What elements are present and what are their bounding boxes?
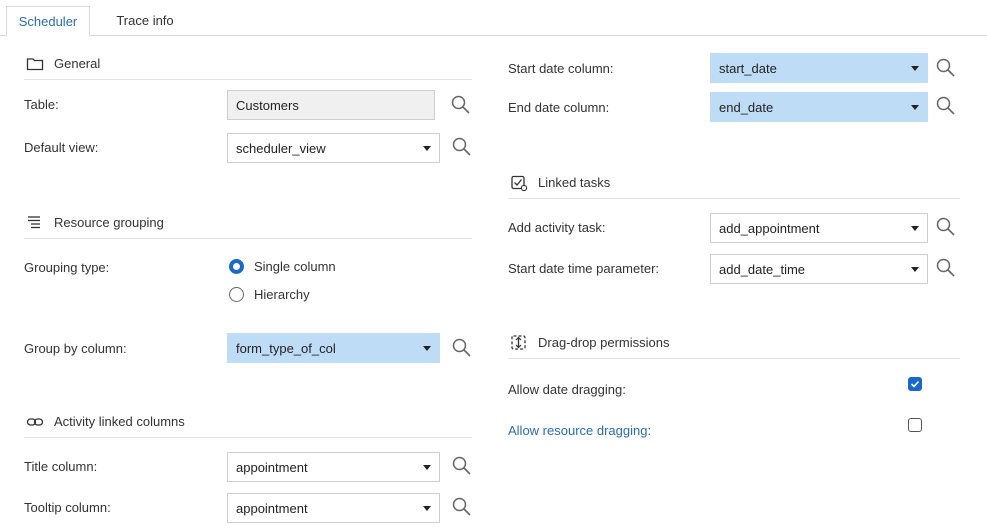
allow-resource-dragging-label[interactable]: Allow resource dragging: [508, 422, 651, 440]
radio-single-column-label[interactable]: Single column [254, 258, 336, 276]
folder-icon [26, 55, 44, 73]
default-view-select[interactable]: scheduler_view [227, 133, 440, 163]
drag-drop-icon [510, 334, 528, 352]
start-date-time-param-value: add_date_time [719, 262, 806, 277]
section-drag-drop-permissions-title: Drag-drop permissions [538, 335, 670, 350]
add-activity-task-label: Add activity task: [508, 220, 606, 235]
group-by-select[interactable]: form_type_of_col [227, 333, 440, 363]
section-resource-grouping-title: Resource grouping [54, 215, 164, 230]
chevron-down-icon [911, 105, 919, 110]
radio-hierarchy[interactable] [229, 287, 244, 302]
chevron-down-icon [423, 346, 431, 351]
default-view-label: Default view: [24, 140, 99, 155]
section-drag-drop-permissions: Drag-drop permissions [508, 334, 960, 359]
chevron-down-icon [423, 146, 431, 151]
end-date-value: end_date [719, 100, 774, 115]
table-value: Customers [236, 98, 299, 113]
radio-hierarchy-label[interactable]: Hierarchy [254, 286, 310, 304]
start-date-search-icon[interactable] [935, 57, 957, 79]
title-column-label: Title column: [24, 459, 98, 474]
task-icon [510, 174, 528, 192]
tab-scheduler[interactable]: Scheduler [6, 6, 90, 36]
section-activity-linked-columns: Activity linked columns [24, 413, 472, 438]
tab-bar: Scheduler Trace info [0, 0, 987, 36]
table-label: Table: [24, 97, 59, 112]
start-date-select[interactable]: start_date [710, 53, 928, 83]
link-icon [26, 413, 44, 431]
chevron-down-icon [911, 66, 919, 71]
default-view-value: scheduler_view [236, 141, 326, 156]
chevron-down-icon [423, 465, 431, 470]
group-by-value: form_type_of_col [236, 341, 336, 356]
default-view-search-icon[interactable] [451, 136, 473, 158]
title-column-value: appointment [236, 460, 308, 475]
start-date-time-param-label: Start date time parameter: [508, 261, 660, 276]
start-date-value: start_date [719, 61, 777, 76]
section-general-title: General [54, 56, 101, 71]
list-icon [26, 214, 44, 232]
section-activity-linked-columns-title: Activity linked columns [54, 414, 185, 429]
section-linked-tasks-title: Linked tasks [538, 175, 611, 190]
end-date-label: End date column: [508, 100, 610, 115]
end-date-search-icon[interactable] [935, 95, 957, 117]
add-activity-task-value: add_appointment [719, 221, 820, 236]
allow-date-dragging-checkbox[interactable] [908, 377, 922, 391]
start-date-time-param-select[interactable]: add_date_time [710, 254, 928, 284]
tooltip-column-search-icon[interactable] [451, 496, 473, 518]
chevron-down-icon [423, 506, 431, 511]
title-column-select[interactable]: appointment [227, 452, 440, 482]
allow-resource-dragging-checkbox[interactable] [908, 418, 922, 432]
allow-date-dragging-label: Allow date dragging: [508, 382, 626, 397]
section-general: General [24, 55, 472, 80]
end-date-select[interactable]: end_date [710, 92, 928, 122]
add-activity-task-search-icon[interactable] [935, 216, 957, 238]
checkmark-icon [910, 380, 920, 388]
table-search-icon[interactable] [450, 94, 472, 116]
table-field: Customers [227, 90, 435, 120]
section-resource-grouping: Resource grouping [24, 214, 472, 239]
start-date-label: Start date column: [508, 61, 614, 76]
tab-trace-info[interactable]: Trace info [92, 6, 198, 36]
grouping-type-label: Grouping type: [24, 260, 110, 275]
chevron-down-icon [911, 226, 919, 231]
tooltip-column-select[interactable]: appointment [227, 493, 440, 523]
section-linked-tasks: Linked tasks [508, 174, 960, 199]
add-activity-task-select[interactable]: add_appointment [710, 213, 928, 243]
chevron-down-icon [911, 267, 919, 272]
title-column-search-icon[interactable] [451, 455, 473, 477]
group-by-label: Group by column: [24, 341, 127, 356]
group-by-search-icon[interactable] [451, 337, 473, 359]
start-date-time-param-search-icon[interactable] [935, 257, 957, 279]
tooltip-column-label: Tooltip column: [24, 500, 111, 515]
radio-single-column[interactable] [229, 259, 244, 274]
tooltip-column-value: appointment [236, 501, 308, 516]
